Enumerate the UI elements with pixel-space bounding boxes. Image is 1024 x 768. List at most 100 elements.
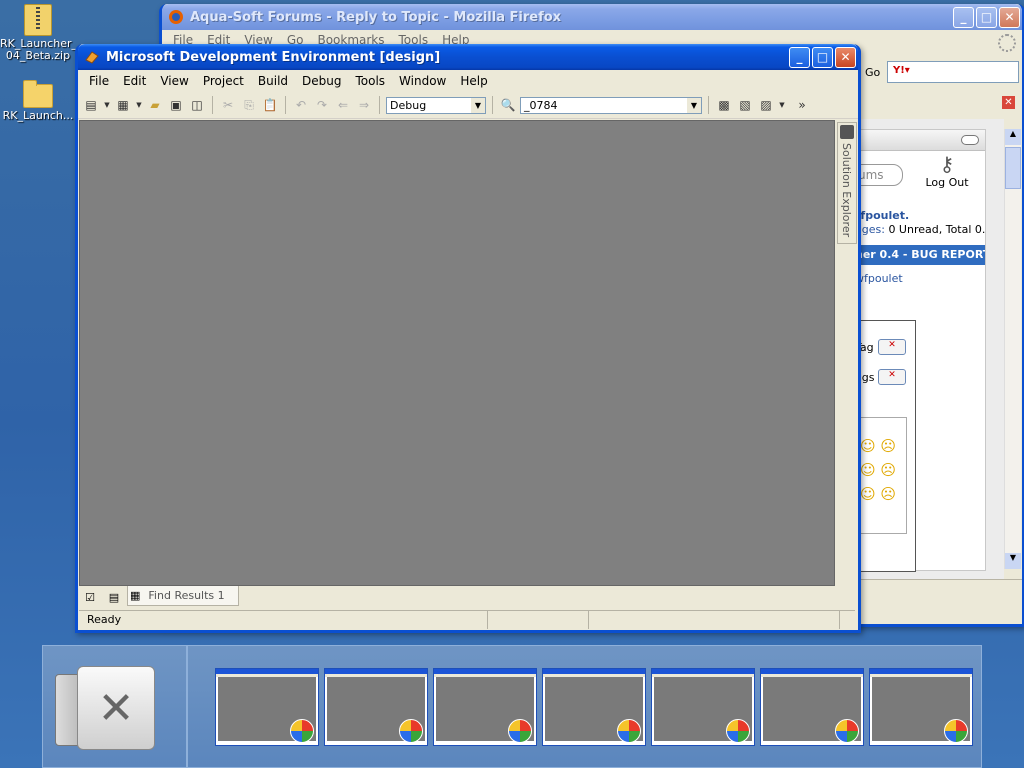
chevron-down-icon: ▼ [471,97,485,113]
remove-tag-button[interactable]: ✕ [878,339,906,355]
window-thumbnail[interactable] [433,668,537,746]
desktop-icon-zip[interactable]: RK_Launcher_ 04_Beta.zip [0,4,77,62]
editor-area [79,120,835,586]
app-badge-icon [399,719,423,743]
menu-window[interactable]: Window [392,74,453,88]
scroll-up-button[interactable]: ▲ [1005,129,1021,145]
toolbar-separator [379,96,380,114]
menu-edit[interactable]: Edit [116,74,153,88]
status-panel [589,611,840,629]
save-all-icon[interactable]: ◫ [188,96,206,114]
find-combo[interactable]: _0784 ▼ [520,96,702,114]
find-in-files-icon[interactable]: 🔍 [499,96,517,114]
search-placeholder: ums [858,168,884,182]
close-button[interactable]: ✕ [999,6,1020,28]
maximize-button[interactable]: □ [812,46,833,68]
navigate-back-icon[interactable]: ⇐ [334,96,352,114]
app-badge-icon [726,719,750,743]
app-badge-icon [944,719,968,743]
open-folder-icon[interactable]: ▰ [146,96,164,114]
menu-build[interactable]: Build [251,74,295,88]
desktop-icon-label: RK_Launch... [2,109,74,122]
topic-title[interactable]: her 0.4 - BUG REPORTS [855,248,985,261]
window-thumbnail[interactable] [215,668,319,746]
dropdown-arrow-icon[interactable]: ▼ [778,96,786,114]
menu-file[interactable]: File [82,74,116,88]
scroll-thumb[interactable] [1005,147,1021,189]
solution-config-select[interactable]: Debug ▼ [386,96,486,114]
minimize-button[interactable]: _ [789,46,810,68]
close-button[interactable]: ✕ [835,46,856,68]
window-thumbnail[interactable] [324,668,428,746]
byline[interactable]: wfpoulet [855,272,903,285]
zip-icon [24,4,52,36]
save-icon[interactable]: ▣ [167,96,185,114]
config-value: Debug [390,98,427,112]
solution-explorer-tab[interactable]: Solution Explorer [837,122,857,244]
find-results-label: Find Results 1 [148,589,225,602]
panel-header [855,130,985,151]
scroll-down-button[interactable]: ▼ [1005,553,1021,569]
go-button[interactable]: Go [865,66,880,79]
menu-project[interactable]: Project [196,74,251,88]
output-tab[interactable]: ▤ [105,588,123,606]
properties-icon[interactable]: ▧ [736,96,754,114]
dock-divider [186,646,188,767]
toolbox-icon[interactable]: ▨ [757,96,775,114]
window-thumbnail[interactable] [869,668,973,746]
new-project-icon[interactable]: ▤ [82,96,100,114]
paste-icon[interactable]: 📋 [261,96,279,114]
firefox-titlebar[interactable]: Aqua-Soft Forums - Reply to Topic - Mozi… [162,4,1022,30]
task-list-tab[interactable]: ☑ [81,588,99,606]
app-badge-icon [508,719,532,743]
find-results-tab[interactable]: ▦ Find Results 1 [127,586,239,606]
status-bar: Ready [79,610,855,629]
menu-help[interactable]: Help [453,74,494,88]
app-badge-icon [290,719,314,743]
pill-button[interactable] [961,135,979,145]
status-text: Ready [79,611,488,629]
solution-explorer-icon [840,125,854,139]
dropdown-arrow-icon[interactable]: ▼ [103,96,111,114]
tab-close-icon[interactable]: ✕ [1002,96,1015,109]
menu-view[interactable]: View [153,74,195,88]
search-input[interactable]: Y!▾ [887,61,1019,83]
copy-icon[interactable]: ⎘ [240,96,258,114]
maximize-button[interactable]: □ [976,6,997,28]
dropdown-arrow-icon[interactable]: ▼ [135,96,143,114]
toolbar-separator [492,96,493,114]
minimize-button[interactable]: _ [953,6,974,28]
window-title: Microsoft Development Environment [desig… [106,49,441,65]
cut-icon[interactable]: ✂ [219,96,237,114]
messages-line: ages: 0 Unread, Total 0. [855,223,985,236]
navigate-forward-icon[interactable]: ⇒ [355,96,373,114]
remove-tags-button[interactable]: ✕ [878,369,906,385]
topic-banner: her 0.4 - BUG REPORTS [855,245,985,265]
menu-debug[interactable]: Debug [295,74,348,88]
menu-tools[interactable]: Tools [348,74,392,88]
vertical-scrollbar[interactable]: ▲ ▼ [1004,129,1021,569]
smiley-grid[interactable]: ☺ ☹ ☺ ☹ ☺ ☹ [860,434,896,506]
solution-explorer-icon[interactable]: ▩ [715,96,733,114]
resize-grip[interactable] [840,611,855,629]
app-badge-icon [835,719,859,743]
desktop-icon-folder[interactable]: RK_Launch... [0,80,76,122]
find-results-icon: ▦ [130,589,141,602]
toolbar-separator [285,96,286,114]
logout-link[interactable]: ⚷ Log Out [917,152,977,189]
folder-icon [23,80,53,108]
toolbar-separator [212,96,213,114]
window-thumbnail[interactable] [760,668,864,746]
logout-label: Log Out [925,176,969,189]
chevron-down-icon: ▼ [687,97,701,113]
messages-value: 0 Unread, Total 0. [888,223,986,236]
add-item-icon[interactable]: ▦ [114,96,132,114]
window-thumbnail[interactable] [651,668,755,746]
tools-icon[interactable]: ✕ [55,666,155,750]
toolbar-overflow-icon[interactable]: » [793,96,811,114]
window-thumbnail[interactable] [542,668,646,746]
devenv-icon [85,51,99,64]
devenv-titlebar[interactable]: Microsoft Development Environment [desig… [78,44,858,70]
redo-icon[interactable]: ↷ [313,96,331,114]
undo-icon[interactable]: ↶ [292,96,310,114]
